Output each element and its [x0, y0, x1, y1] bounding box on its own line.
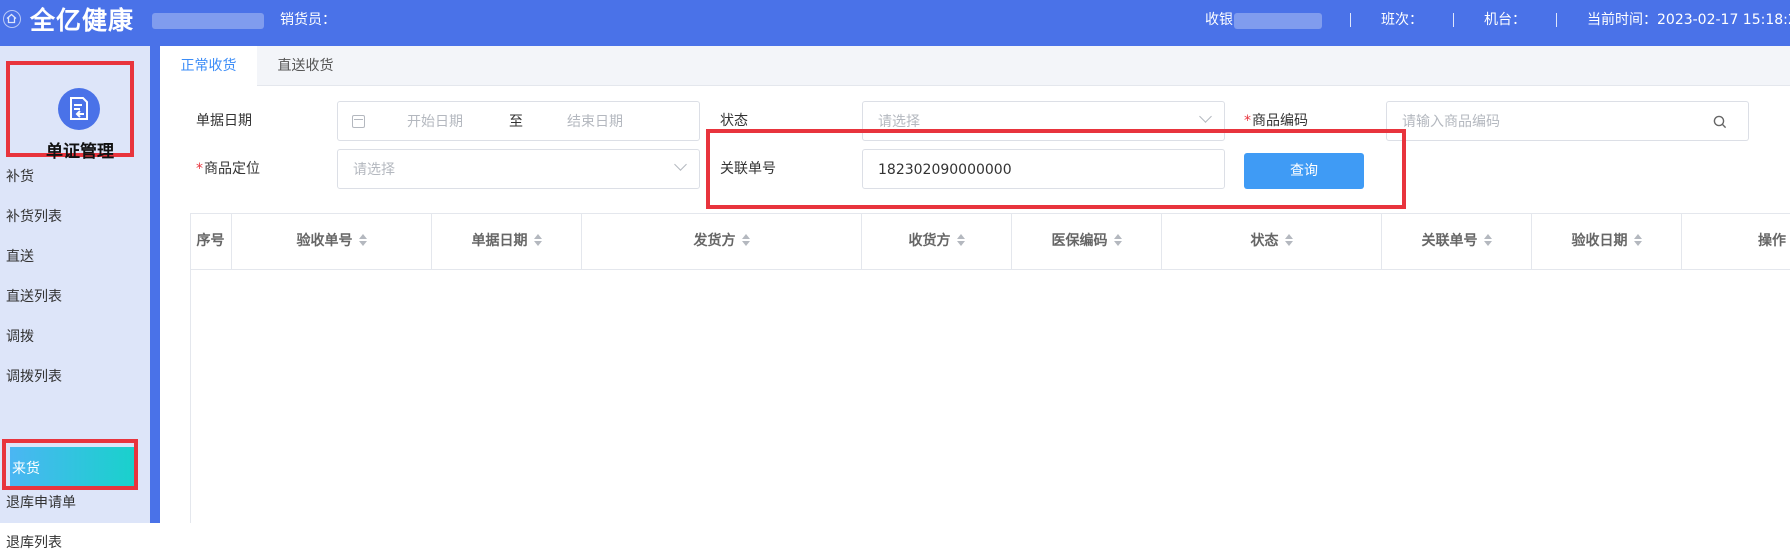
query-button[interactable]: 查询: [1244, 153, 1364, 189]
home-icon[interactable]: [3, 10, 21, 28]
related-no-input[interactable]: 182302090000000: [862, 149, 1225, 189]
status-select-placeholder: 请选择: [878, 114, 920, 130]
status-select[interactable]: 请选择: [862, 101, 1225, 141]
product-code-input[interactable]: 请输入商品编码: [1386, 101, 1694, 141]
sort-icon[interactable]: [741, 234, 750, 246]
shift-label: 班次：: [1381, 12, 1423, 28]
tab-direct-receiving[interactable]: 直送收货: [257, 46, 354, 86]
sidebar-item-label: 来货: [12, 461, 40, 477]
sort-icon[interactable]: [1113, 234, 1122, 246]
chevron-down-icon: [674, 158, 687, 171]
sidebar-item-return-list[interactable]: 退库列表: [6, 534, 62, 552]
redacted-store-name: [152, 13, 264, 29]
app-logo-title: 全亿健康: [30, 6, 135, 35]
sidebar-item-incoming-goods[interactable]: 来货: [2, 439, 138, 490]
sort-icon[interactable]: [1483, 234, 1492, 246]
sidebar-border: [150, 46, 160, 523]
product-code-label: *商品编码: [1244, 113, 1308, 129]
required-asterisk: *: [1244, 113, 1251, 129]
sort-icon[interactable]: [1633, 234, 1642, 246]
related-no-value: 182302090000000: [878, 162, 1012, 178]
search-button[interactable]: [1693, 101, 1749, 141]
salesperson-label: 销货员：: [280, 12, 336, 28]
required-asterisk: *: [196, 161, 203, 177]
sidebar-item-direct-delivery-list[interactable]: 直送列表: [6, 288, 62, 306]
product-location-placeholder: 请选择: [353, 162, 395, 178]
sidebar-item-transfer-list[interactable]: 调拨列表: [6, 368, 62, 386]
redacted-cashier-name: [1234, 13, 1322, 29]
header-divider: [1350, 13, 1351, 27]
sort-icon[interactable]: [358, 234, 367, 246]
sidebar-item-replenish[interactable]: 补货: [6, 168, 34, 186]
sort-icon[interactable]: [533, 234, 542, 246]
sidebar: 单证管理 补货 补货列表 直送 直送列表 调拨 调拨列表 来货 退库申请单 退库…: [0, 46, 150, 551]
cashier-label: 收银: [1205, 12, 1233, 28]
doc-date-range-picker[interactable]: 开始日期 至 结束日期: [337, 101, 700, 141]
sidebar-item-return-request[interactable]: 退库申请单: [6, 494, 76, 512]
table-header-doc-date[interactable]: 单据日期: [432, 213, 582, 269]
product-location-select[interactable]: 请选择: [337, 149, 700, 189]
table-header-receiver[interactable]: 收货方: [862, 213, 1012, 269]
table-header-status[interactable]: 状态: [1162, 213, 1382, 269]
sidebar-item-direct-delivery[interactable]: 直送: [6, 248, 34, 266]
sort-icon[interactable]: [1284, 234, 1293, 246]
start-date-input[interactable]: 开始日期: [407, 113, 463, 131]
table-header-actions: 操作: [1758, 233, 1786, 249]
calendar-icon: [352, 115, 365, 128]
related-no-label: 关联单号: [720, 161, 776, 177]
active-item-highlight: 来货: [10, 447, 134, 486]
status-label: 状态: [720, 113, 748, 129]
current-time: 当前时间：2023-02-17 15:18:24: [1587, 12, 1790, 28]
date-range-separator: 至: [509, 114, 523, 130]
end-date-input[interactable]: 结束日期: [567, 113, 623, 131]
sidebar-item-transfer[interactable]: 调拨: [6, 328, 34, 346]
document-exchange-icon: [58, 88, 100, 130]
tab-bar: 正常收货 直送收货: [160, 46, 1790, 86]
table-header-related-no[interactable]: 关联单号: [1382, 213, 1532, 269]
sidebar-item-replenish-list[interactable]: 补货列表: [6, 208, 62, 226]
header-divider: [1556, 13, 1557, 27]
header-divider: [1453, 13, 1454, 27]
search-icon: [1713, 115, 1727, 129]
table-header-shipper[interactable]: 发货方: [582, 213, 862, 269]
top-header: 全亿健康 销货员： 收银 班次： 机台： 当前时间：2023-02-17 15:…: [0, 0, 1790, 46]
table-header-medical-insurance-code[interactable]: 医保编码: [1012, 213, 1162, 269]
sort-icon[interactable]: [956, 234, 965, 246]
tab-normal-receiving[interactable]: 正常收货: [160, 46, 257, 86]
product-code-placeholder: 请输入商品编码: [1402, 114, 1500, 130]
table-header-index: 序号: [190, 213, 232, 269]
module-header[interactable]: 单证管理: [6, 61, 134, 162]
table-header-inspection-no[interactable]: 验收单号: [232, 213, 432, 269]
module-title: 单证管理: [46, 142, 114, 162]
table-header-row: 序号 验收单号 单据日期 发货方 收货方 医保编码 状态 关联单号 验收日期 操…: [190, 213, 1790, 270]
chevron-down-icon: [1199, 110, 1212, 123]
doc-date-label: 单据日期: [196, 113, 252, 129]
machine-label: 机台：: [1484, 12, 1526, 28]
table-header-inspection-date[interactable]: 验收日期: [1532, 213, 1682, 269]
product-location-label: *商品定位: [196, 161, 260, 177]
